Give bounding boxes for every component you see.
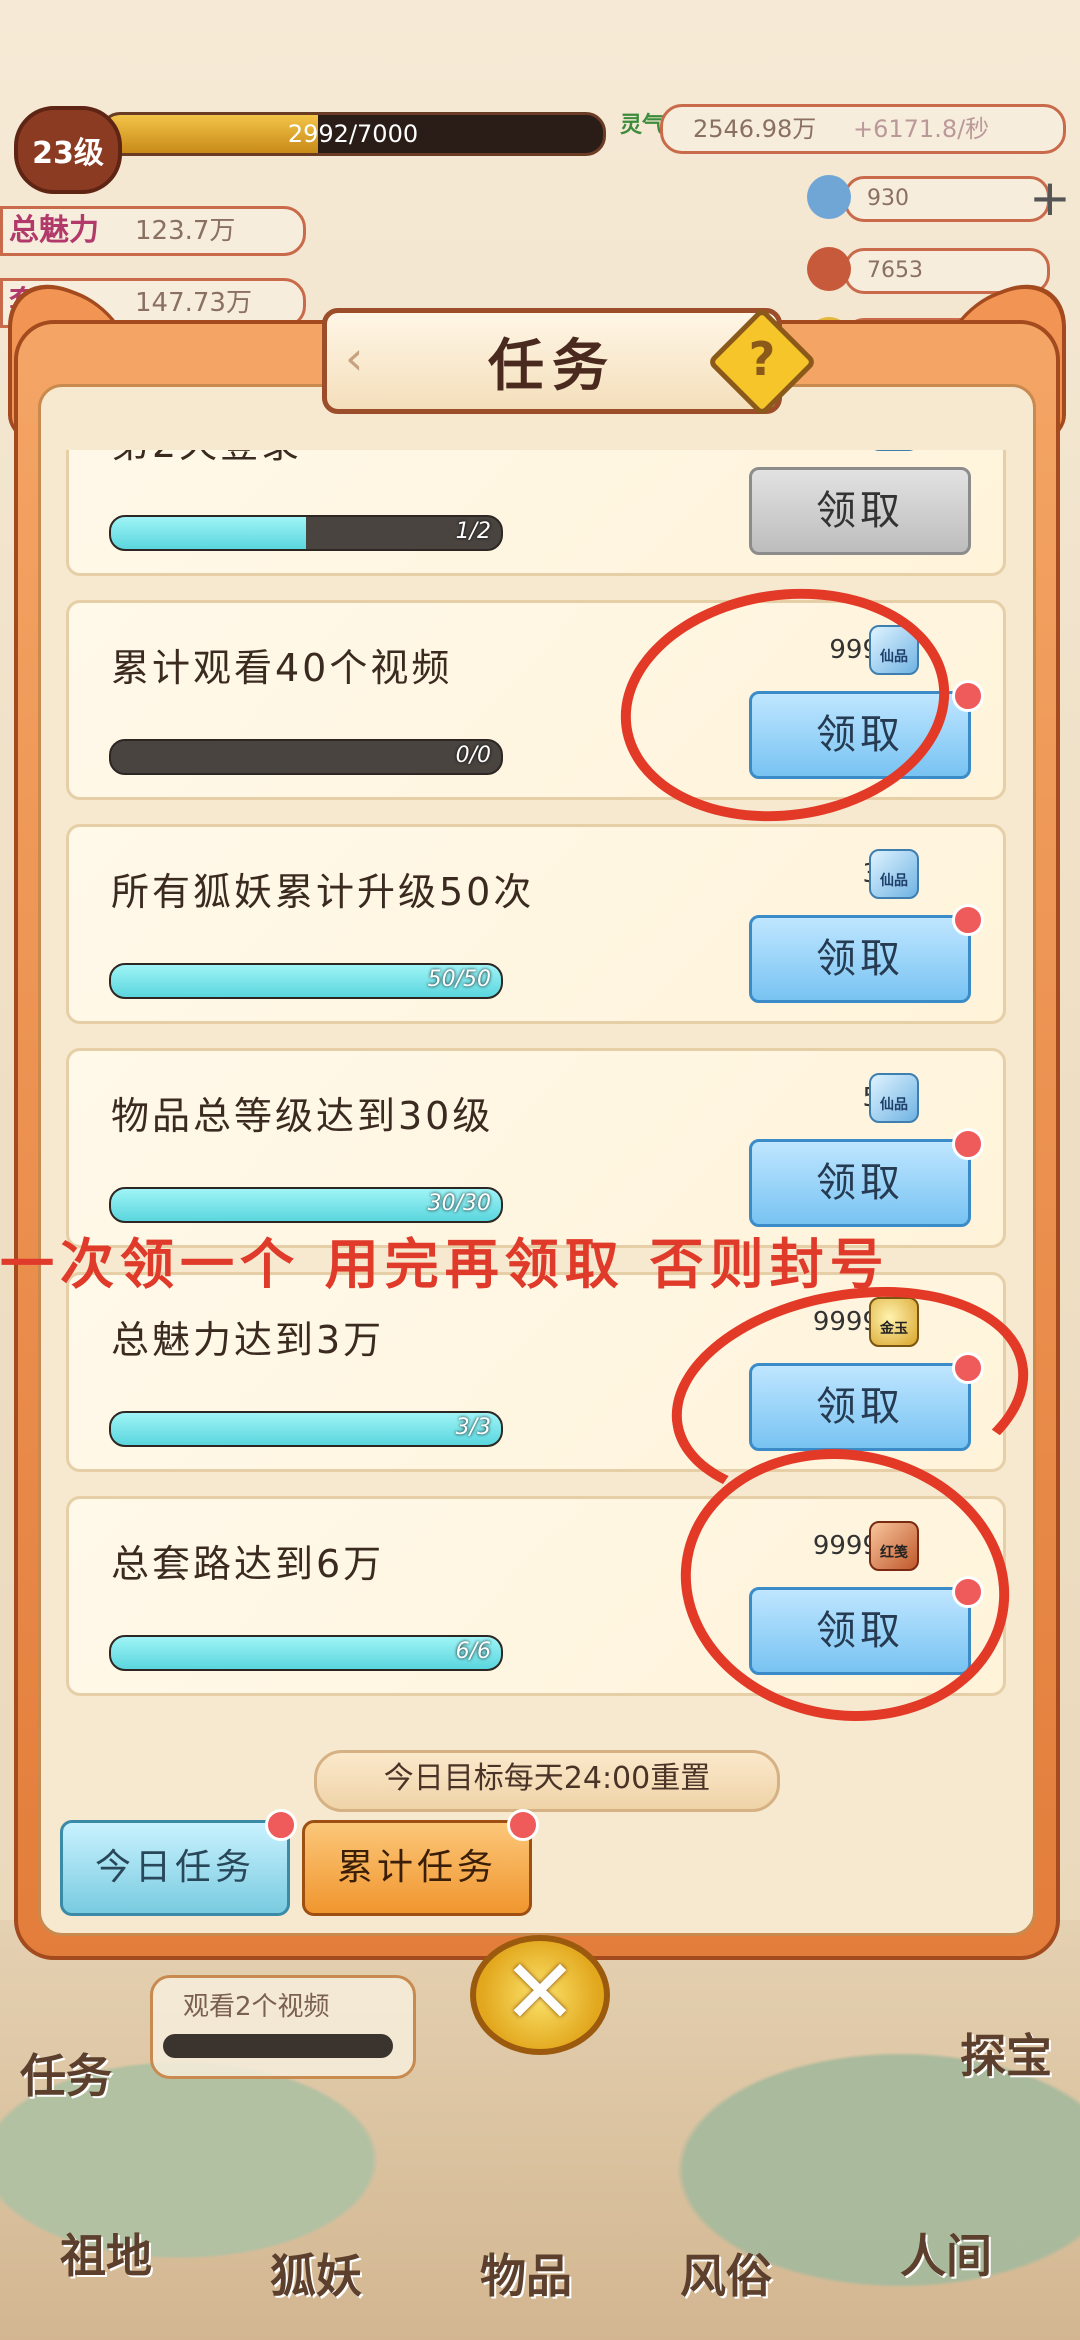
claim-button[interactable]: 领取 (749, 467, 971, 555)
dialog-title: 任务 (488, 333, 616, 399)
claim-button[interactable]: 领取 (749, 904, 984, 1003)
task-progress-text: 6/6 (455, 1639, 491, 1664)
task-progress-text: 0/0 (455, 743, 491, 768)
task-reward: 3 仙品 (789, 849, 919, 905)
task-progress-text: 50/50 (427, 967, 491, 992)
xianpin-icon: 仙品 (869, 1073, 919, 1123)
charm-stat: 总魅力 123.7万 (0, 206, 306, 256)
task-title: 所有狐妖累计升级50次 (111, 870, 535, 914)
notification-dot (265, 1809, 297, 1841)
tab-daily-tasks[interactable]: 今日任务 (60, 1809, 297, 1916)
nav-tasks[interactable]: 任务 (20, 2040, 112, 2106)
notification-dot (952, 1128, 984, 1160)
notification-dot (507, 1809, 539, 1841)
task-reward: 50 仙品 (789, 450, 919, 457)
task-row: 所有狐妖累计升级50次 50/50 3 仙品 领取 (66, 824, 1006, 1024)
xp-text: 2992/7000 (287, 120, 419, 148)
claim-button-label: 领取 (816, 1160, 904, 1206)
nav-world[interactable]: 人间 (900, 2220, 992, 2286)
nav-customs[interactable]: 风俗 (680, 2240, 772, 2306)
xianpin-icon: 仙品 (869, 849, 919, 899)
lingqi-value: 2546.98万 (693, 115, 817, 143)
currency-value: 7653 (867, 258, 923, 283)
reset-note: 今日目标每天24:00重置 (314, 1750, 780, 1812)
watch-video-text: 观看2个视频 (183, 1992, 330, 2022)
lingqi-bar: 2546.98万 +6171.8/秒 (660, 104, 1066, 154)
currency-value: 930 (867, 186, 909, 211)
xianpin-icon (807, 175, 851, 219)
task-progress-text: 1/2 (455, 519, 491, 544)
task-progress-bar: 30/30 (109, 1187, 503, 1223)
charm-label: 总魅力 (9, 213, 99, 248)
add-currency-button[interactable]: + (1020, 168, 1080, 228)
task-progress-bar: 6/6 (109, 1635, 503, 1671)
xp-bar: 2992/7000 (100, 112, 606, 156)
task-title: 第2天登录 (111, 450, 302, 468)
nav-treasure[interactable]: 探宝 (960, 2020, 1052, 2086)
notification-dot (952, 904, 984, 936)
watch-video-bar (163, 2034, 393, 2058)
tab-cumulative-tasks[interactable]: 累计任务 (302, 1809, 539, 1916)
task-row: 物品总等级达到30级 30/30 5 仙品 领取 (66, 1048, 1006, 1248)
task-title: 总魅力达到3万 (111, 1318, 385, 1362)
xianpin-icon: 仙品 (869, 450, 919, 451)
task-title: 累计观看40个视频 (111, 646, 453, 690)
nav-ancestral[interactable]: 祖地 (60, 2220, 152, 2286)
close-button[interactable]: ✕ (470, 1935, 610, 2055)
task-progress-fill (111, 517, 306, 549)
lingqi-rate: +6171.8/秒 (853, 115, 990, 143)
nav-foxes[interactable]: 狐妖 (270, 2240, 362, 2306)
task-progress-bar: 1/2 (109, 515, 503, 551)
tab-label: 累计任务 (336, 1847, 497, 1888)
notification-dot (952, 680, 984, 712)
task-progress-fill (111, 1413, 501, 1445)
task-progress-text: 3/3 (455, 1415, 491, 1440)
title-arrow-icon: ‹ (345, 331, 364, 385)
charm-value: 123.7万 (135, 216, 236, 246)
task-row: 第2天登录 1/2 50 仙品 领取 (66, 450, 1006, 576)
task-progress-bar: 50/50 (109, 963, 503, 999)
task-title: 物品总等级达到30级 (111, 1094, 494, 1138)
task-progress-bar: 0/0 (109, 739, 503, 775)
annotation-text: 一次领一个 用完再领取 否则封号 (0, 1233, 890, 1296)
task-progress-bar: 3/3 (109, 1411, 503, 1447)
dialog-title-plate: ‹ 任务 ? (322, 306, 818, 418)
task-progress-fill (111, 1637, 501, 1669)
level-badge: 23级 (14, 106, 122, 194)
watch-video-panel[interactable]: 观看2个视频 (150, 1975, 416, 2079)
task-reward: 5 仙品 (789, 1073, 919, 1129)
nav-items[interactable]: 物品 (480, 2240, 572, 2306)
help-icon: ? (748, 332, 776, 386)
claim-button-label: 领取 (816, 936, 904, 982)
hongbao-icon (807, 247, 851, 291)
tab-label: 今日任务 (94, 1847, 255, 1888)
task-progress-text: 30/30 (427, 1191, 491, 1216)
task-title: 总套路达到6万 (111, 1542, 385, 1586)
claim-button[interactable]: 领取 (749, 1128, 984, 1227)
